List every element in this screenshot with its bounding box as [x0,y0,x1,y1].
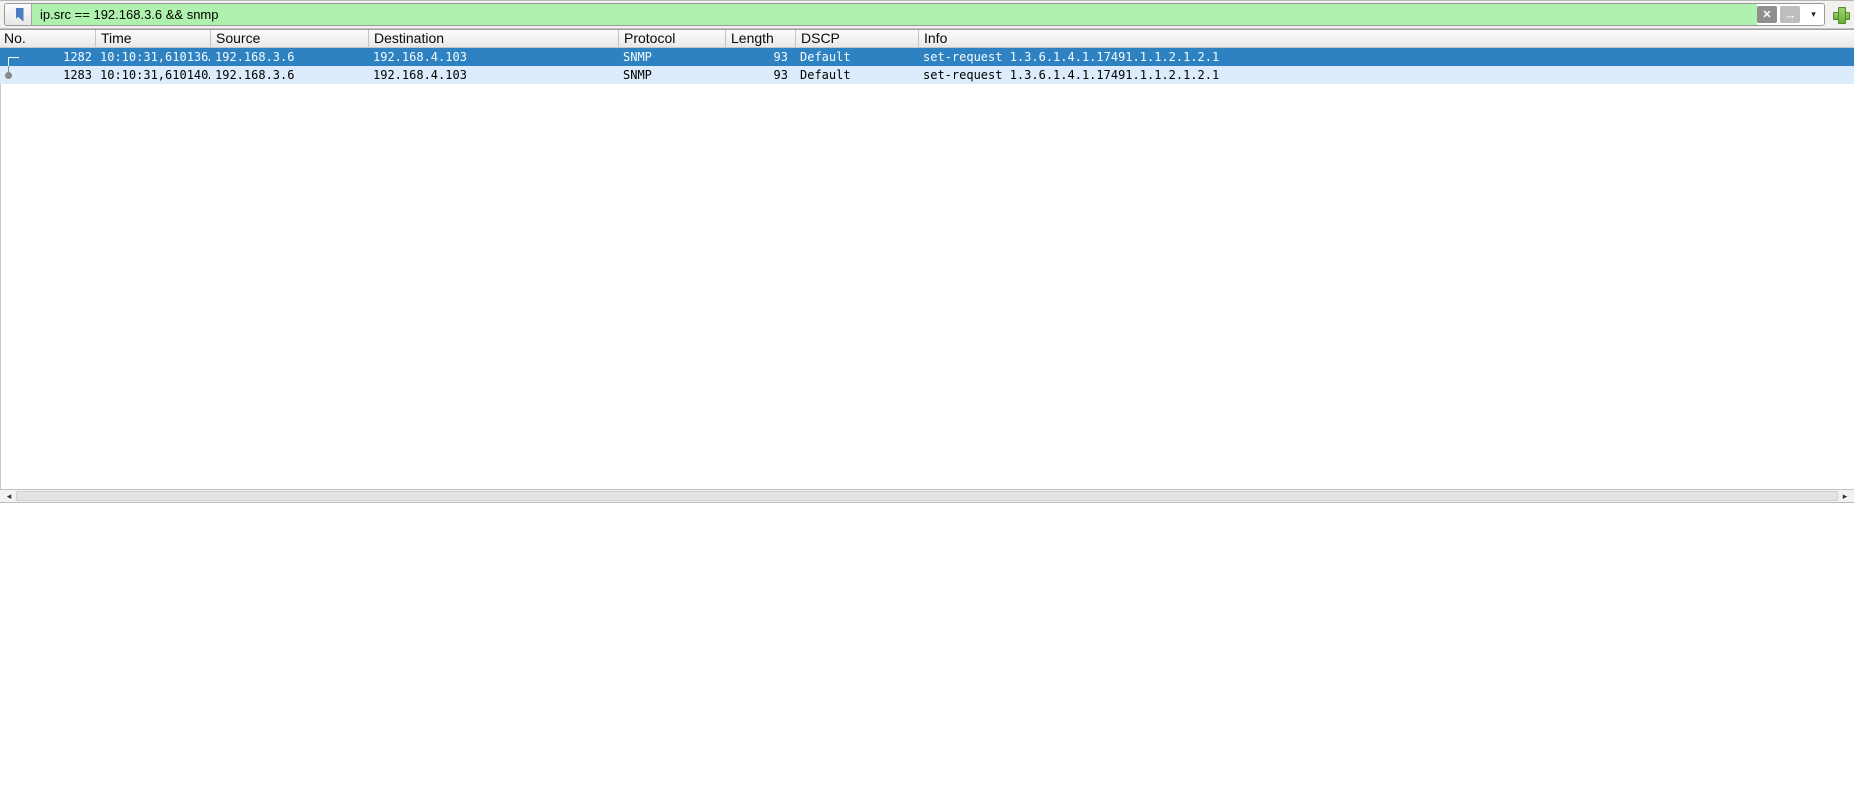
filter-bookmark-button[interactable] [5,4,32,25]
cell-info: set-request 1.3.6.1.4.1.17491.1.1.2.1.2.… [918,66,1854,84]
conversation-start-icon [8,57,19,66]
related-dot-icon [5,72,12,79]
display-filter-toolbar: ip.src == 192.168.3.6 && snmp ✕ → ▾ [0,0,1854,29]
column-header-time[interactable]: Time [95,30,210,47]
column-header-dscp[interactable]: DSCP [795,30,918,47]
display-filter-text: ip.src == 192.168.3.6 && snmp [40,7,219,22]
filter-history-dropdown[interactable]: ▾ [1803,4,1824,25]
arrow-right-icon: → [1784,7,1797,22]
column-header-no[interactable]: No. [0,30,95,47]
cell-no: 1283 [0,66,95,84]
bookmark-icon [13,8,24,22]
display-filter-field[interactable]: ip.src == 192.168.3.6 && snmp ✕ → ▾ [4,3,1825,26]
cell-dscp: Default [795,66,918,84]
packet-row-1283[interactable]: 128310:10:31,610140…192.168.3.6192.168.4… [0,66,1854,84]
column-header-destination[interactable]: Destination [368,30,618,47]
cell-destination: 192.168.4.103 [368,48,618,66]
cell-time: 10:10:31,610140… [95,66,210,84]
wireshark-window: ip.src == 192.168.3.6 && snmp ✕ → ▾ No.T… [0,0,1854,811]
packet-list: 128210:10:31,610136…192.168.3.6192.168.4… [0,48,1854,84]
cell-destination: 192.168.4.103 [368,66,618,84]
cell-time: 10:10:31,610136… [95,48,210,66]
add-filter-button[interactable] [1831,5,1850,24]
display-filter-input[interactable]: ip.src == 192.168.3.6 && snmp [32,4,1757,25]
cell-source: 192.168.3.6 [210,66,368,84]
scroll-left-arrow-icon[interactable]: ◂ [2,490,16,502]
packet-list-header: No.TimeSourceDestinationProtocolLengthDS… [0,29,1854,48]
filter-apply-button[interactable]: → [1780,6,1800,23]
conversation-related-icon [8,66,9,74]
scroll-right-arrow-icon[interactable]: ▸ [1838,490,1852,502]
cell-info: set-request 1.3.6.1.4.1.17491.1.1.2.1.2.… [918,48,1854,66]
column-header-info[interactable]: Info [918,30,1854,47]
cell-length: 93 [725,48,795,66]
cell-source: 192.168.3.6 [210,48,368,66]
column-header-source[interactable]: Source [210,30,368,47]
cell-protocol: SNMP [618,66,725,84]
column-header-length[interactable]: Length [725,30,795,47]
cell-protocol: SNMP [618,48,725,66]
packet-row-1282[interactable]: 128210:10:31,610136…192.168.3.6192.168.4… [0,48,1854,66]
cell-no: 1282 [0,48,95,66]
filter-clear-button[interactable]: ✕ [1757,6,1777,23]
close-icon: ✕ [1762,8,1771,21]
column-header-protocol[interactable]: Protocol [618,30,725,47]
packet-details-pane [0,503,1854,811]
packet-list-hscrollbar[interactable]: ◂ ▸ [0,489,1854,503]
cell-dscp: Default [795,48,918,66]
chevron-down-icon: ▾ [1811,9,1816,20]
scrollbar-thumb[interactable] [16,491,1838,501]
cell-length: 93 [725,66,795,84]
